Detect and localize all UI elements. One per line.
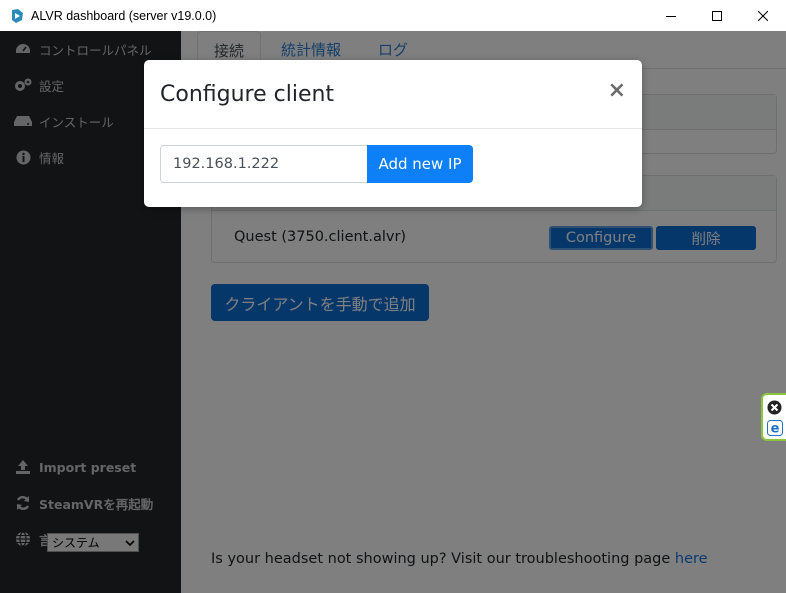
- svg-text:e: e: [771, 422, 780, 437]
- modal-divider: [144, 128, 642, 129]
- title-bar: ALVR dashboard (server v19.0.0): [0, 0, 786, 32]
- close-icon: [758, 10, 768, 21]
- alvr-logo-icon: [12, 8, 23, 23]
- ip-address-input[interactable]: [160, 145, 369, 183]
- maximize-icon: [712, 10, 722, 21]
- add-new-ip-button[interactable]: Add new IP: [367, 145, 473, 183]
- minimize-icon: [666, 15, 676, 17]
- modal-close-button[interactable]: ×: [608, 79, 626, 103]
- close-window-button[interactable]: [740, 0, 786, 31]
- edge-e-icon[interactable]: e: [767, 420, 783, 436]
- window-title: ALVR dashboard (server v19.0.0): [31, 8, 217, 23]
- close-circle-icon[interactable]: [767, 400, 782, 415]
- minimize-button[interactable]: [648, 0, 694, 31]
- configure-client-modal: Configure client × Add new IP: [144, 60, 642, 207]
- modal-title: Configure client: [160, 82, 335, 107]
- maximize-button[interactable]: [694, 0, 740, 31]
- edge-extension-widget: e: [761, 393, 786, 441]
